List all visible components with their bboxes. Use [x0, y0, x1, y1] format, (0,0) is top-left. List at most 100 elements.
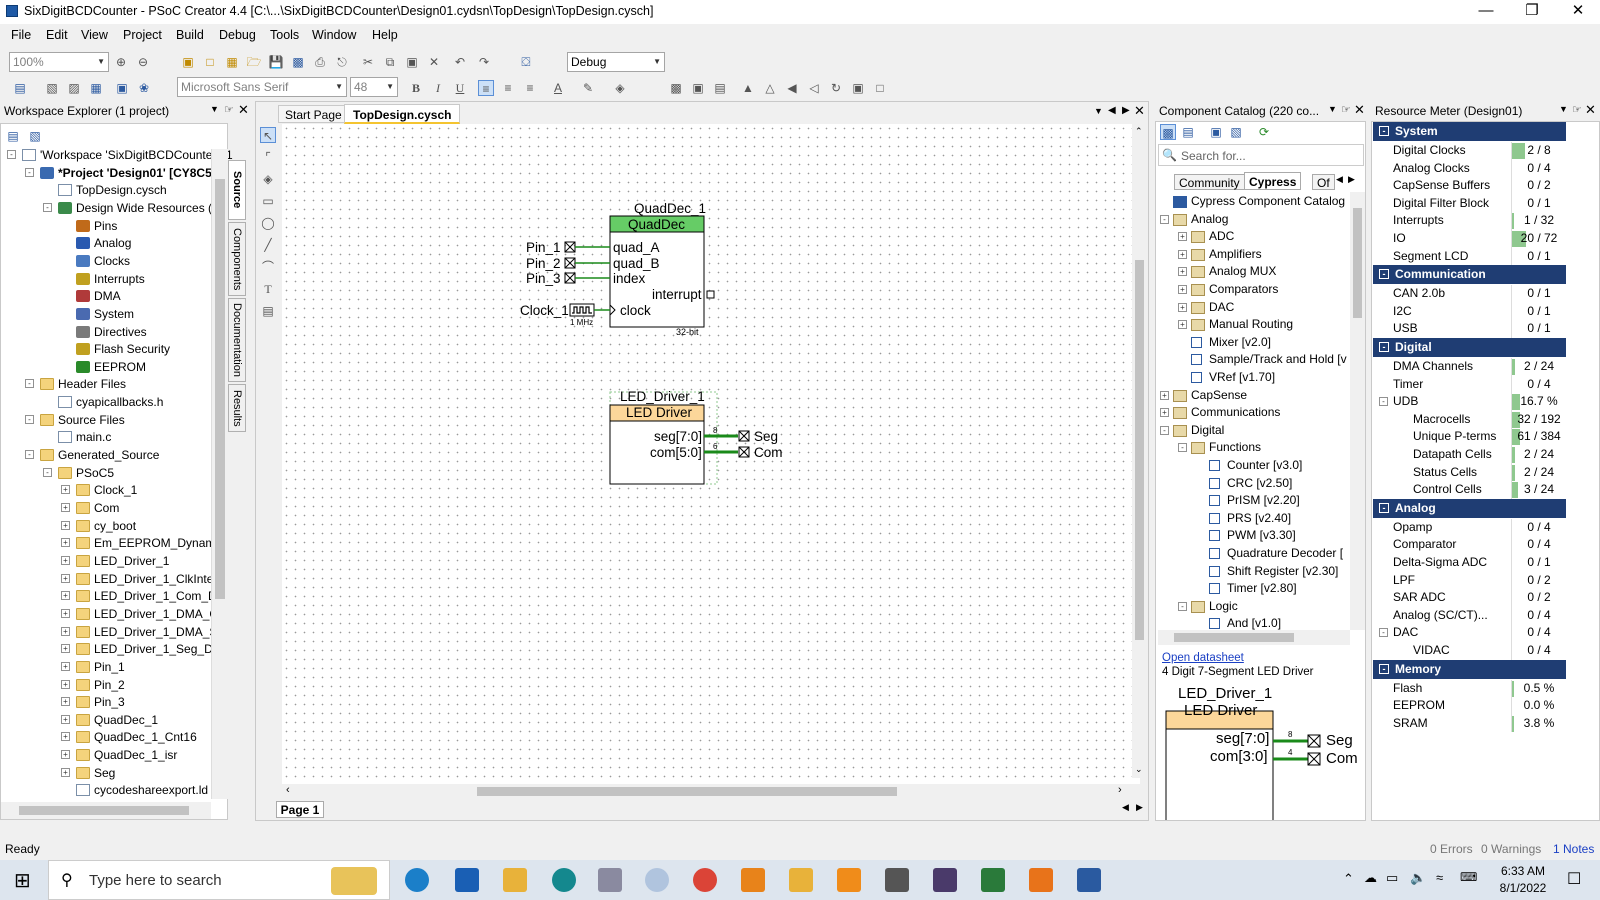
tab-source[interactable]: Source — [228, 160, 246, 220]
flip-horizontal-icon[interactable]: ◁ — [806, 80, 822, 96]
terminal-tool-icon[interactable]: ◈ — [260, 171, 276, 187]
tab-list-icon[interactable]: ▼ — [1094, 106, 1103, 116]
workspace-tree-item[interactable]: Analog — [1, 234, 211, 252]
tab-components[interactable]: Components — [228, 222, 246, 296]
expand-icon[interactable]: + — [1178, 267, 1187, 277]
expand-icon[interactable]: + — [61, 661, 70, 671]
workspace-tree-item[interactable]: + QuadDec_1_isr — [1, 746, 211, 764]
workspace-tree-item[interactable]: + QuadDec_1 — [1, 711, 211, 729]
print-icon[interactable]: ⎙ — [312, 54, 328, 70]
cut-icon[interactable]: ✂ — [360, 54, 376, 70]
scroll-up-icon[interactable]: ⌃ — [1135, 126, 1143, 137]
tray-network-icon[interactable]: ☁ — [1364, 870, 1377, 886]
refresh-icon[interactable]: ▧ — [27, 128, 43, 144]
catalog-refresh-icon[interactable]: ⟳ — [1256, 124, 1272, 140]
catalog-tree-item[interactable]: - Functions — [1156, 439, 1348, 457]
delete-icon[interactable]: ✕ — [426, 54, 442, 70]
workspace-tree-item[interactable]: - *Project 'Design01' [CY8C5868 — [1, 164, 232, 182]
workspace-tree-item[interactable]: Clocks — [1, 252, 211, 270]
workspace-tree-item[interactable]: + Pin_1 — [1, 658, 211, 676]
app-icon-taskbar[interactable] — [1077, 868, 1101, 892]
workspace-tree-item[interactable]: Interrupts — [1, 270, 211, 288]
expand-icon[interactable]: + — [1178, 249, 1187, 259]
expand-icon[interactable]: + — [61, 608, 70, 618]
catalog-tab-left-icon[interactable]: ◀ — [1336, 174, 1343, 185]
maximize-button[interactable]: ❐ — [1509, 0, 1555, 24]
folder-icon[interactable] — [789, 868, 813, 892]
menu-tools[interactable]: Tools — [270, 28, 299, 42]
save-all-icon[interactable]: ▩ — [290, 54, 306, 70]
menu-file[interactable]: File — [11, 28, 31, 42]
catalog-tree-item[interactable]: Sample/Track and Hold [v — [1156, 351, 1348, 369]
close-document-icon[interactable]: ✕ — [1134, 103, 1145, 119]
tab-documentation[interactable]: Documentation — [228, 298, 246, 382]
workspace-tree-item[interactable]: - 'Workspace 'SixDigitBCDCounter' (1 — [1, 146, 233, 164]
font-combo[interactable]: Microsoft Sans Serif ▼ — [177, 77, 347, 97]
nox-2-icon[interactable] — [981, 868, 1005, 892]
resource-close-icon[interactable]: ✕ — [1585, 102, 1596, 118]
scroll-left-icon[interactable]: ‹ — [286, 784, 290, 796]
catalog-close-icon[interactable]: ✕ — [1354, 102, 1365, 118]
clean-icon[interactable]: ▧ — [44, 80, 60, 96]
catalog-tab-right-icon[interactable]: ▶ — [1348, 174, 1355, 185]
resource-section-header[interactable]: - Digital — [1373, 338, 1566, 357]
copy-icon[interactable]: ⧉ — [382, 54, 398, 70]
tab-scroll-left-icon[interactable]: ◀ — [1108, 105, 1116, 116]
catalog-tree-item[interactable]: + Comparators — [1156, 281, 1348, 299]
menu-debug[interactable]: Debug — [219, 28, 256, 42]
taskbar-search-box[interactable]: ⚲ Type here to search — [48, 860, 390, 900]
collapse-all-icon[interactable]: ▤ — [5, 128, 21, 144]
workspace-tree-item[interactable]: + LED_Driver_1_DMA_Co — [1, 605, 225, 623]
workspace-tree-item[interactable]: EEPROM — [1, 358, 211, 376]
nox-icon[interactable] — [933, 868, 957, 892]
build-config-combo[interactable]: Debug ▼ — [567, 52, 665, 72]
collapse-icon[interactable]: - — [1379, 502, 1389, 513]
menu-view[interactable]: View — [81, 28, 108, 42]
rectangle-tool-icon[interactable]: ▭ — [260, 193, 276, 209]
canvas-vscroll-thumb[interactable] — [1135, 260, 1144, 640]
expand-icon[interactable]: + — [1160, 408, 1169, 418]
catalog-tree-item[interactable]: + CapSense — [1156, 387, 1348, 405]
tab-scroll-right-icon[interactable]: ▶ — [1122, 105, 1130, 116]
com-output-symbol[interactable] — [738, 446, 750, 458]
workspace-hscroll-thumb[interactable] — [19, 806, 189, 815]
collapse-icon[interactable]: - — [1160, 214, 1169, 224]
line-tool-icon[interactable]: ╱ — [260, 237, 276, 253]
workspace-tree-item[interactable]: - Design Wide Resources (Desig — [1, 199, 243, 217]
notifications-icon[interactable]: ☐ — [1567, 869, 1581, 889]
catalog-hscrollbar[interactable] — [1158, 630, 1350, 645]
tray-keyboard-icon[interactable]: ⌨ — [1460, 870, 1477, 884]
pin-3-symbol[interactable] — [564, 272, 576, 284]
underline-icon[interactable]: U — [452, 80, 468, 96]
psoc-creator-icon[interactable] — [598, 868, 622, 892]
tray-chevron-icon[interactable]: ⌃ — [1343, 871, 1354, 887]
expand-icon[interactable]: + — [61, 503, 70, 512]
mail-icon[interactable] — [455, 868, 479, 892]
workspace-tree-item[interactable]: main.c — [1, 428, 211, 446]
scroll-right-icon[interactable]: › — [1118, 784, 1122, 796]
close-panel-icon[interactable]: ✕ — [238, 102, 249, 118]
workspace-tree-item[interactable]: + Pin_2 — [1, 676, 211, 694]
catalog-tree-item[interactable]: Shift Register [v2.30] — [1156, 563, 1348, 581]
font-size-combo[interactable]: 48 ▼ — [350, 77, 398, 97]
ungroup-icon[interactable]: ▤ — [712, 80, 728, 96]
tab-results[interactable]: Results — [228, 384, 246, 432]
minimize-button[interactable]: — — [1463, 0, 1509, 24]
catalog-pin-icon[interactable]: ☞ — [1341, 103, 1351, 116]
expand-icon[interactable]: + — [1178, 285, 1187, 294]
collapse-icon[interactable]: - — [43, 202, 52, 212]
dropdown-icon[interactable]: ▼ — [210, 104, 219, 114]
save-icon[interactable]: 💾 — [268, 54, 284, 70]
arduino-icon[interactable] — [552, 868, 576, 892]
wire-tool-icon[interactable]: ⌜ — [260, 149, 276, 165]
workspace-tree-item[interactable]: + LED_Driver_1_ClkIntern — [1, 570, 224, 588]
collapse-icon[interactable]: - — [25, 450, 34, 460]
collapse-icon[interactable]: - — [25, 414, 34, 424]
align-left-icon[interactable]: ≡ — [478, 80, 494, 96]
page-prev-icon[interactable]: ◀ — [1122, 802, 1129, 813]
workspace-tree-item[interactable]: + LED_Driver_1_DMA_Se — [1, 623, 224, 641]
tab-topdesign[interactable]: TopDesign.cysch — [344, 104, 461, 124]
clock-time[interactable]: 6:33 AM — [1493, 864, 1553, 878]
workspace-tree-item[interactable]: + LED_Driver_1_Seg_Driv — [1, 640, 225, 658]
debug-icon[interactable]: ▣ — [114, 80, 130, 96]
